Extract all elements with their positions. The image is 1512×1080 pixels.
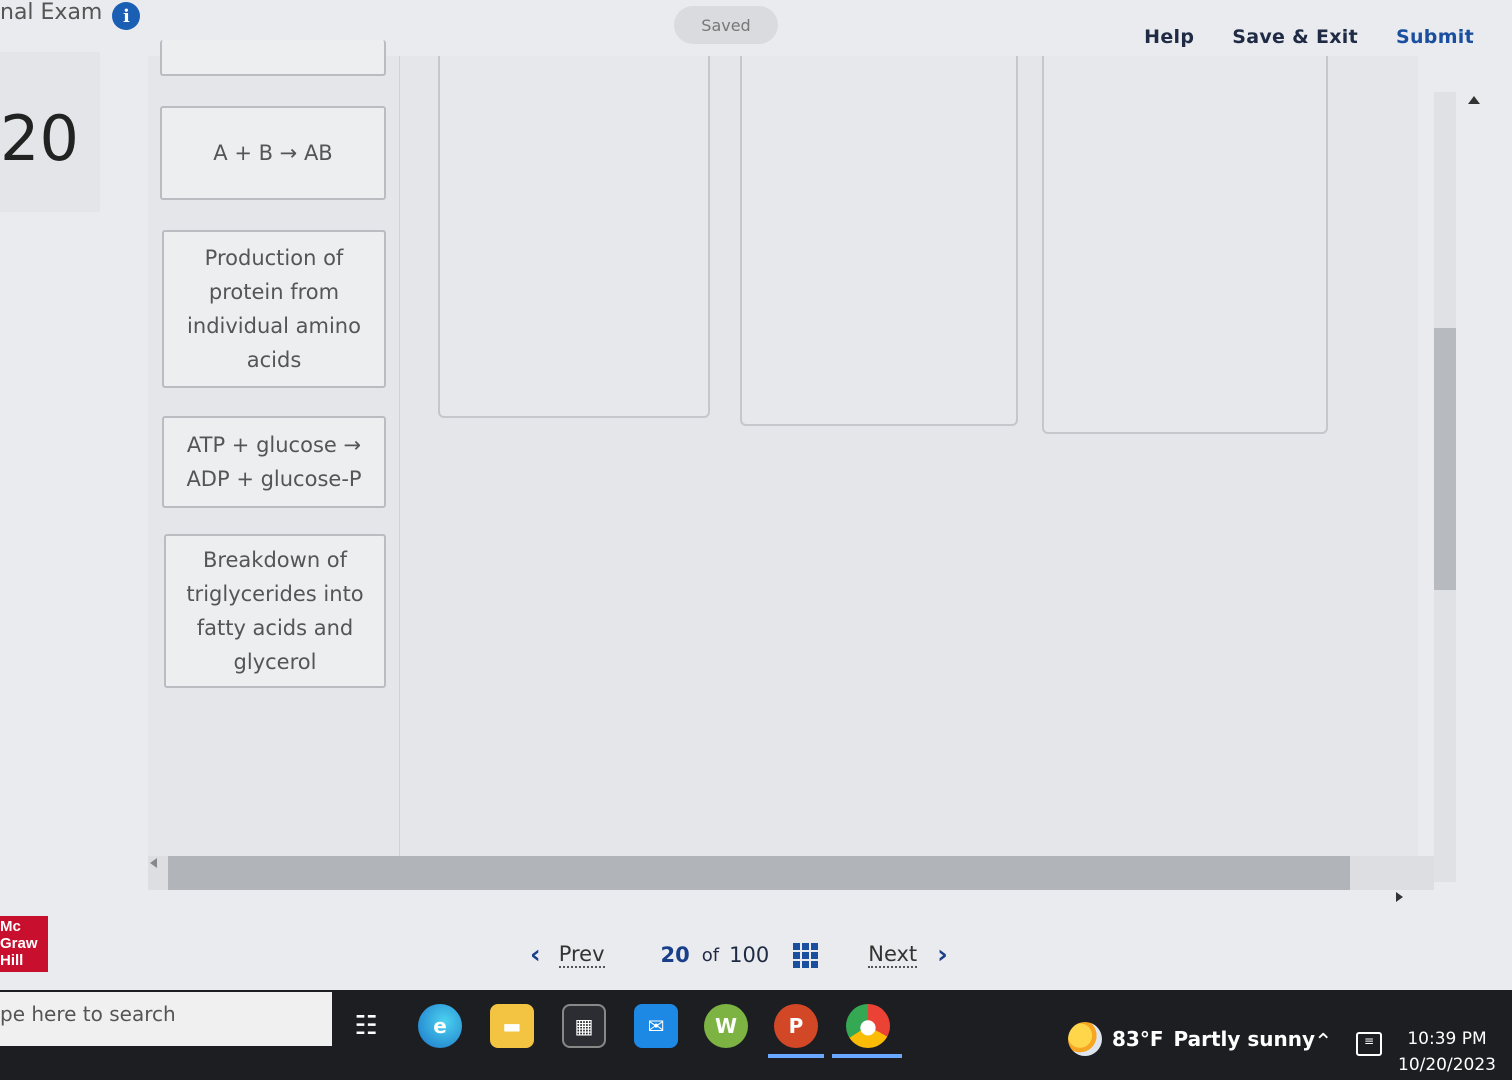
drop-target-box[interactable] — [1042, 56, 1328, 434]
system-clock[interactable]: 10:39 PM 10/20/2023 — [1398, 1026, 1496, 1078]
save-exit-link[interactable]: Save & Exit — [1232, 26, 1358, 48]
edge-browser-icon[interactable]: e — [418, 1004, 462, 1048]
info-icon[interactable]: i — [112, 2, 141, 30]
question-number: 20 — [0, 102, 79, 175]
notification-tray-icon[interactable]: ≡ — [1356, 1032, 1382, 1056]
scroll-up-arrow-icon[interactable] — [1468, 96, 1480, 104]
chevron-left-icon[interactable]: ‹ — [530, 940, 541, 970]
exam-title-text: nal Exam — [0, 0, 103, 25]
next-button[interactable]: Next — [868, 942, 918, 968]
header-links: Help Save & Exit Submit — [1144, 26, 1474, 48]
saved-status-badge: Saved — [674, 6, 778, 44]
answer-card[interactable]: Breakdown of triglycerides into fatty ac… — [164, 534, 386, 688]
taskbar-search-input[interactable]: pe here to search — [0, 992, 332, 1046]
answer-card[interactable]: ATP + glucose → ADP + glucose-P — [162, 416, 386, 508]
active-app-indicator — [768, 1054, 824, 1058]
answer-card-label: Production of protein from individual am… — [187, 246, 361, 372]
clock-date: 10/20/2023 — [1398, 1055, 1496, 1075]
logo-line: Hill — [0, 952, 24, 969]
question-grid-icon[interactable] — [793, 942, 819, 968]
answer-card-partial[interactable] — [160, 40, 386, 76]
scroll-left-arrow-icon[interactable] — [150, 858, 157, 868]
answer-card-label: ATP + glucose → ADP + glucose-P — [186, 433, 362, 491]
of-label: of — [701, 944, 720, 966]
vertical-scrollbar-thumb[interactable] — [1434, 328, 1456, 590]
file-explorer-icon[interactable]: ▬ — [490, 1004, 534, 1048]
partly-sunny-icon — [1068, 1022, 1102, 1056]
answer-card[interactable]: Production of protein from individual am… — [162, 230, 386, 388]
active-app-indicator — [832, 1054, 902, 1058]
mail-icon[interactable]: ✉ — [634, 1004, 678, 1048]
clock-time: 10:39 PM — [1407, 1029, 1487, 1049]
tray-chevron-up-icon[interactable]: ⌃ — [1314, 1030, 1332, 1055]
exam-title: nal Exam i — [0, 0, 141, 30]
drop-target-box[interactable] — [740, 56, 1018, 426]
weather-widget[interactable]: 83°F Partly sunny — [1068, 1022, 1315, 1056]
powerpoint-icon[interactable]: P — [774, 1004, 818, 1048]
help-link[interactable]: Help — [1144, 26, 1194, 48]
total-questions: 100 — [729, 943, 770, 967]
question-pager: ‹ Prev 20 of 100 Next › — [530, 940, 948, 970]
scroll-right-arrow-icon[interactable] — [1396, 892, 1403, 902]
current-question-number: 20 — [660, 943, 690, 967]
microsoft-store-icon[interactable]: ▦ — [562, 1004, 606, 1048]
drop-target-box[interactable] — [438, 56, 710, 418]
horizontal-scrollbar-thumb[interactable] — [168, 856, 1350, 890]
weather-temperature: 83°F — [1112, 1027, 1164, 1051]
logo-line: Graw — [0, 935, 38, 952]
logo-line: Mc — [0, 918, 21, 935]
chrome-icon[interactable]: ● — [846, 1004, 890, 1048]
weather-description: Partly sunny — [1173, 1027, 1316, 1051]
chevron-right-icon[interactable]: › — [937, 940, 948, 970]
answer-card[interactable]: A + B → AB — [160, 106, 386, 200]
submit-link[interactable]: Submit — [1396, 26, 1474, 48]
answer-card-label: Breakdown of triglycerides into fatty ac… — [186, 548, 364, 674]
wordament-app-icon[interactable]: W — [704, 1004, 748, 1048]
answer-card-label: A + B → AB — [213, 141, 333, 165]
prev-button[interactable]: Prev — [558, 942, 605, 968]
task-view-icon[interactable]: ☷ — [344, 1004, 388, 1048]
mcgraw-hill-logo: Mc Graw Hill — [0, 916, 48, 972]
